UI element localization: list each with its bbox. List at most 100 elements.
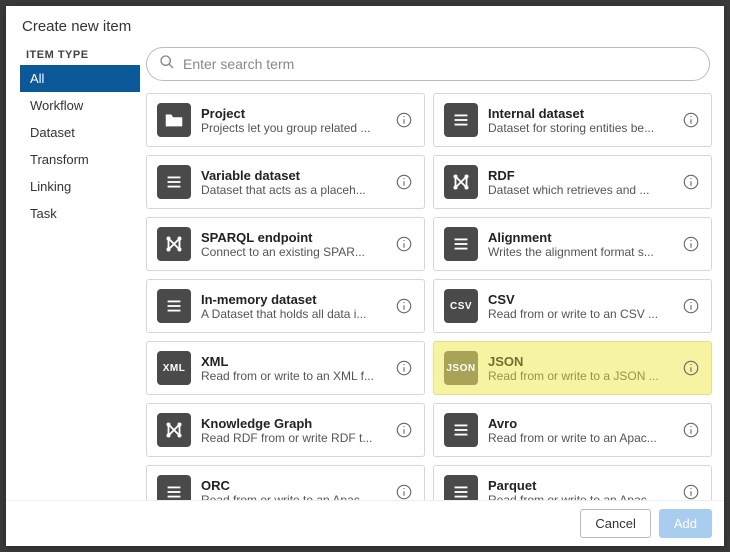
- card-description: Dataset for storing entities be...: [488, 121, 671, 135]
- sidebar-item-transform[interactable]: Transform: [20, 146, 140, 173]
- item-card-parquet[interactable]: ParquetRead from or write to an Apac...: [433, 465, 712, 500]
- card-body: Knowledge GraphRead RDF from or write RD…: [201, 416, 384, 445]
- card-description: Read from or write to an Apac...: [201, 493, 384, 501]
- sidebar-item-linking[interactable]: Linking: [20, 173, 140, 200]
- xml-icon: XML: [157, 351, 191, 385]
- json-icon: JSON: [444, 351, 478, 385]
- graph-icon: [444, 165, 478, 199]
- search-input[interactable]: [183, 56, 697, 72]
- card-body: AvroRead from or write to an Apac...: [488, 416, 671, 445]
- card-title: RDF: [488, 168, 671, 183]
- card-title: Internal dataset: [488, 106, 671, 121]
- card-title: CSV: [488, 292, 671, 307]
- info-icon[interactable]: [681, 234, 701, 254]
- card-body: XMLRead from or write to an XML f...: [201, 354, 384, 383]
- cards-scroll[interactable]: ProjectProjects let you group related ..…: [144, 91, 714, 500]
- card-grid: ProjectProjects let you group related ..…: [146, 93, 712, 500]
- card-body: ProjectProjects let you group related ..…: [201, 106, 384, 135]
- card-title: Avro: [488, 416, 671, 431]
- card-description: Connect to an existing SPAR...: [201, 245, 384, 259]
- info-icon[interactable]: [681, 358, 701, 378]
- card-description: A Dataset that holds all data i...: [201, 307, 384, 321]
- card-description: Read from or write to a JSON ...: [488, 369, 671, 383]
- card-body: Internal datasetDataset for storing enti…: [488, 106, 671, 135]
- info-icon[interactable]: [394, 110, 414, 130]
- lines-icon: [157, 475, 191, 500]
- info-icon[interactable]: [394, 358, 414, 378]
- lines-icon: [444, 413, 478, 447]
- info-icon[interactable]: [681, 172, 701, 192]
- card-title: JSON: [488, 354, 671, 369]
- card-title: In-memory dataset: [201, 292, 384, 307]
- sidebar-item-all[interactable]: All: [20, 65, 140, 92]
- lines-icon: [444, 103, 478, 137]
- info-icon[interactable]: [681, 296, 701, 316]
- info-icon[interactable]: [681, 110, 701, 130]
- folder-icon: [157, 103, 191, 137]
- csv-icon: CSV: [444, 289, 478, 323]
- card-body: ORCRead from or write to an Apac...: [201, 478, 384, 501]
- card-body: RDFDataset which retrieves and ...: [488, 168, 671, 197]
- card-description: Dataset that acts as a placeh...: [201, 183, 384, 197]
- dialog-title: Create new item: [6, 6, 724, 43]
- item-card-rdf[interactable]: RDFDataset which retrieves and ...: [433, 155, 712, 209]
- card-body: ParquetRead from or write to an Apac...: [488, 478, 671, 501]
- create-item-dialog: Create new item ITEM TYPE AllWorkflowDat…: [6, 6, 724, 546]
- icon-badge: XML: [163, 363, 186, 374]
- card-description: Read from or write to an Apac...: [488, 431, 671, 445]
- sidebar-item-workflow[interactable]: Workflow: [20, 92, 140, 119]
- card-description: Read from or write to an Apac...: [488, 493, 671, 501]
- lines-icon: [157, 289, 191, 323]
- card-title: Knowledge Graph: [201, 416, 384, 431]
- sidebar-item-task[interactable]: Task: [20, 200, 140, 227]
- backdrop: Create new item ITEM TYPE AllWorkflowDat…: [0, 0, 730, 552]
- cancel-button[interactable]: Cancel: [580, 509, 650, 538]
- dialog-footer: Cancel Add: [6, 500, 724, 546]
- card-description: Writes the alignment format s...: [488, 245, 671, 259]
- item-card-xml[interactable]: XMLXMLRead from or write to an XML f...: [146, 341, 425, 395]
- info-icon[interactable]: [394, 420, 414, 440]
- lines-icon: [444, 475, 478, 500]
- info-icon[interactable]: [681, 420, 701, 440]
- search-icon: [159, 54, 175, 75]
- item-card-csv[interactable]: CSVCSVRead from or write to an CSV ...: [433, 279, 712, 333]
- search-box[interactable]: [146, 47, 710, 81]
- card-title: Parquet: [488, 478, 671, 493]
- graph-icon: [157, 227, 191, 261]
- item-card-sparql-endpoint[interactable]: SPARQL endpointConnect to an existing SP…: [146, 217, 425, 271]
- card-body: AlignmentWrites the alignment format s..…: [488, 230, 671, 259]
- content-area: ProjectProjects let you group related ..…: [140, 43, 724, 500]
- item-card-project[interactable]: ProjectProjects let you group related ..…: [146, 93, 425, 147]
- item-card-internal-dataset[interactable]: Internal datasetDataset for storing enti…: [433, 93, 712, 147]
- card-body: CSVRead from or write to an CSV ...: [488, 292, 671, 321]
- item-card-knowledge-graph[interactable]: Knowledge GraphRead RDF from or write RD…: [146, 403, 425, 457]
- info-icon[interactable]: [394, 172, 414, 192]
- card-title: Project: [201, 106, 384, 121]
- info-icon[interactable]: [394, 482, 414, 500]
- item-card-avro[interactable]: AvroRead from or write to an Apac...: [433, 403, 712, 457]
- info-icon[interactable]: [681, 482, 701, 500]
- info-icon[interactable]: [394, 296, 414, 316]
- info-icon[interactable]: [394, 234, 414, 254]
- lines-icon: [157, 165, 191, 199]
- item-card-variable-dataset[interactable]: Variable datasetDataset that acts as a p…: [146, 155, 425, 209]
- card-body: Variable datasetDataset that acts as a p…: [201, 168, 384, 197]
- graph-icon: [157, 413, 191, 447]
- card-description: Projects let you group related ...: [201, 121, 384, 135]
- item-card-alignment[interactable]: AlignmentWrites the alignment format s..…: [433, 217, 712, 271]
- card-body: In-memory datasetA Dataset that holds al…: [201, 292, 384, 321]
- icon-badge: JSON: [446, 363, 475, 374]
- card-title: Variable dataset: [201, 168, 384, 183]
- icon-badge: CSV: [450, 301, 472, 312]
- item-card-orc[interactable]: ORCRead from or write to an Apac...: [146, 465, 425, 500]
- card-body: SPARQL endpointConnect to an existing SP…: [201, 230, 384, 259]
- item-card-in-memory-dataset[interactable]: In-memory datasetA Dataset that holds al…: [146, 279, 425, 333]
- card-title: XML: [201, 354, 384, 369]
- item-card-json[interactable]: JSONJSONRead from or write to a JSON ...: [433, 341, 712, 395]
- card-description: Read RDF from or write RDF t...: [201, 431, 384, 445]
- card-description: Read from or write to an CSV ...: [488, 307, 671, 321]
- add-button[interactable]: Add: [659, 509, 712, 538]
- card-title: ORC: [201, 478, 384, 493]
- sidebar-item-dataset[interactable]: Dataset: [20, 119, 140, 146]
- card-title: SPARQL endpoint: [201, 230, 384, 245]
